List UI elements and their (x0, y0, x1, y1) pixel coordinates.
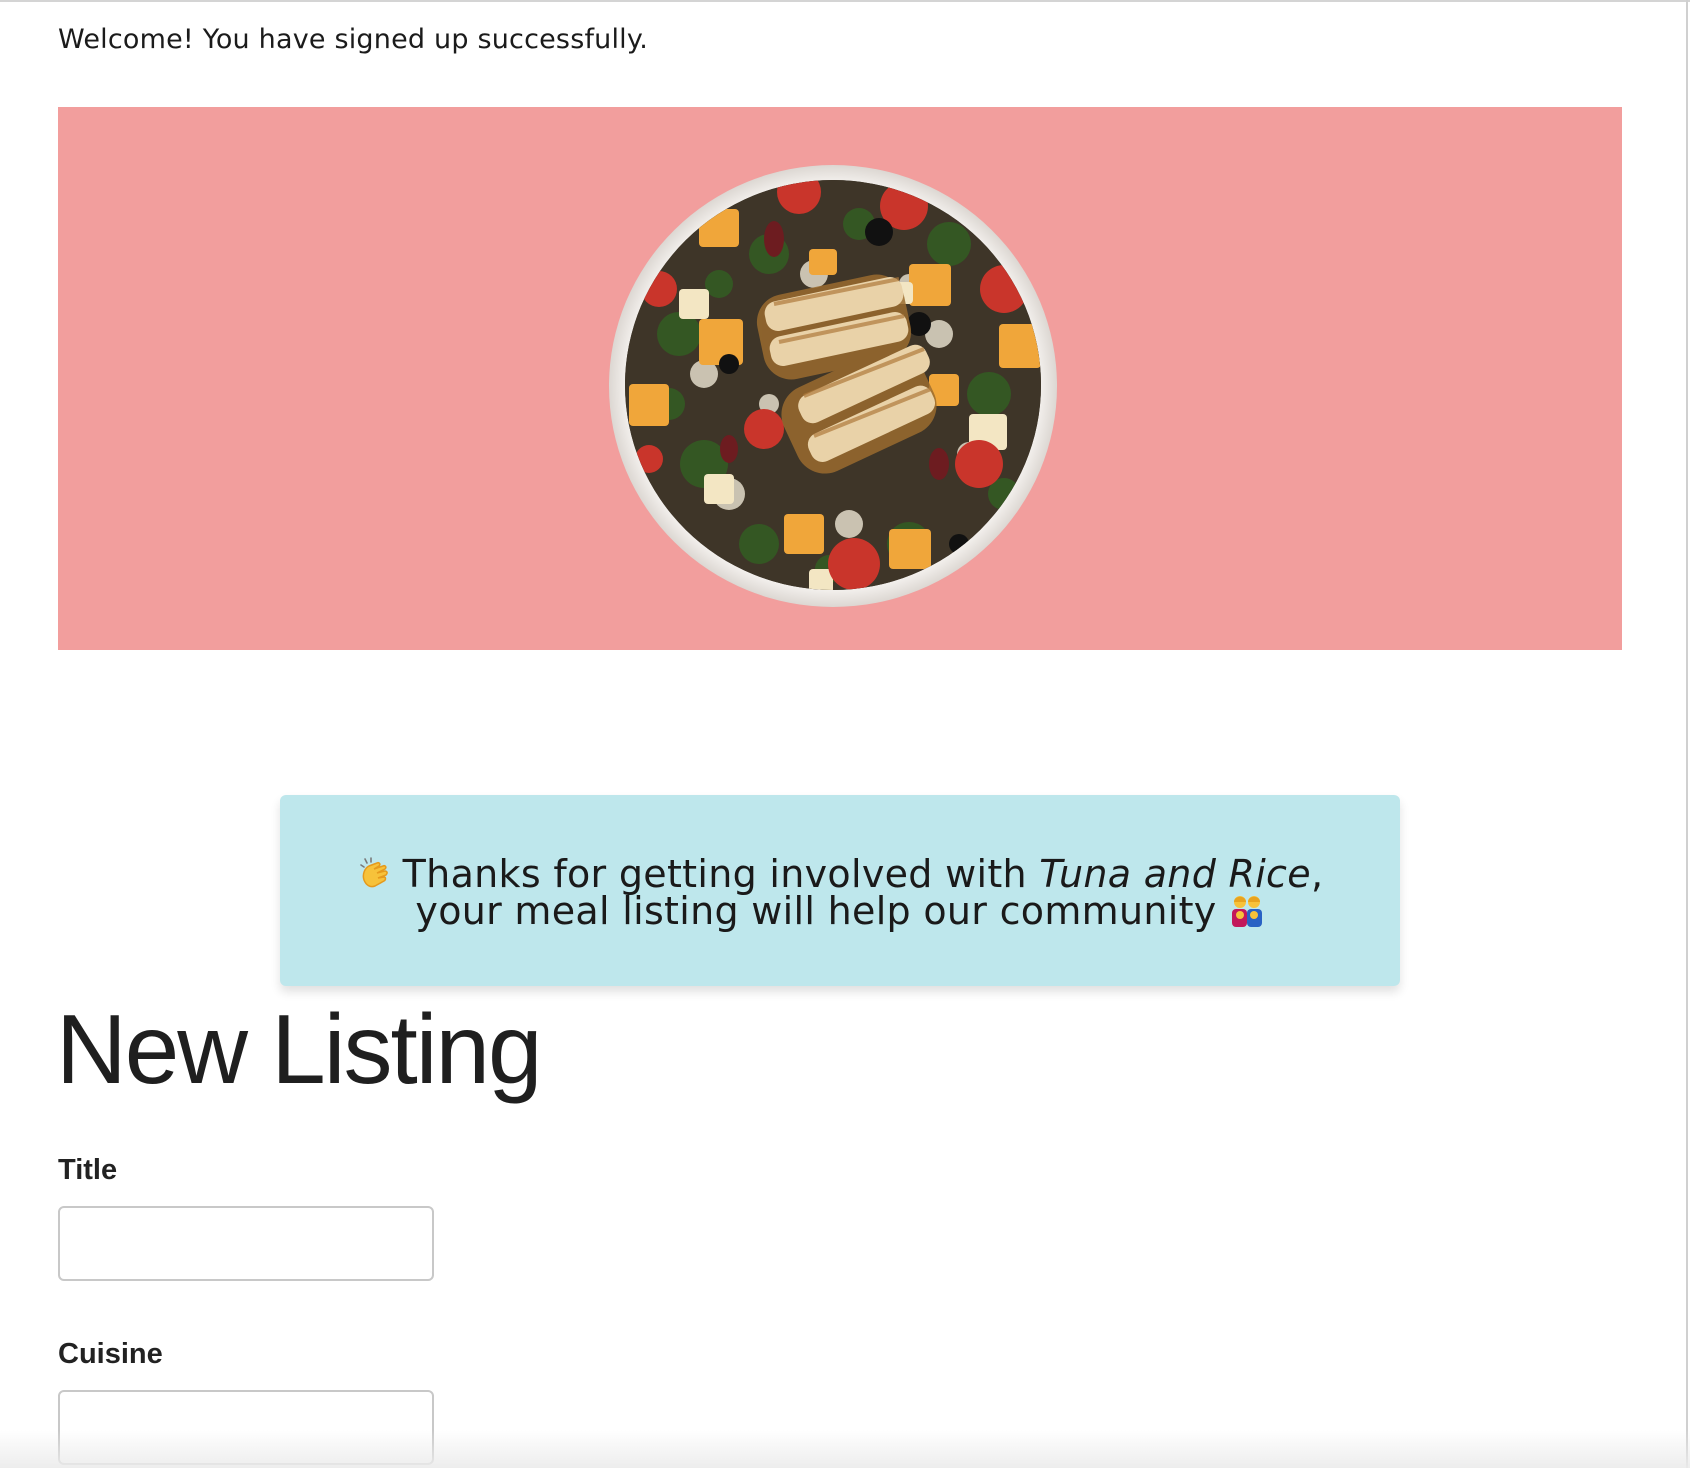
notice-line-two-text: your meal listing will help our communit… (415, 889, 1217, 933)
top-divider (0, 0, 1690, 2)
salad-bowl-image (609, 165, 1057, 607)
window-edge (1686, 0, 1688, 1468)
thank-you-notice: Thanks for getting involved with Tuna an… (280, 795, 1400, 986)
cuisine-label: Cuisine (58, 1338, 163, 1370)
family-icon (1231, 896, 1262, 927)
notice-text-after: , (1310, 852, 1324, 896)
flash-notice: Welcome! You have signed up successfully… (58, 24, 648, 55)
notice-line-two: your meal listing will help our communit… (280, 892, 1400, 930)
title-input[interactable] (58, 1206, 434, 1281)
clapping-hands-icon (359, 857, 388, 888)
page-title: New Listing (56, 994, 543, 1104)
notice-line-one: Thanks for getting involved with Tuna an… (280, 855, 1400, 893)
cuisine-input[interactable] (58, 1390, 434, 1465)
hero-banner (58, 107, 1622, 650)
title-label: Title (58, 1154, 118, 1186)
